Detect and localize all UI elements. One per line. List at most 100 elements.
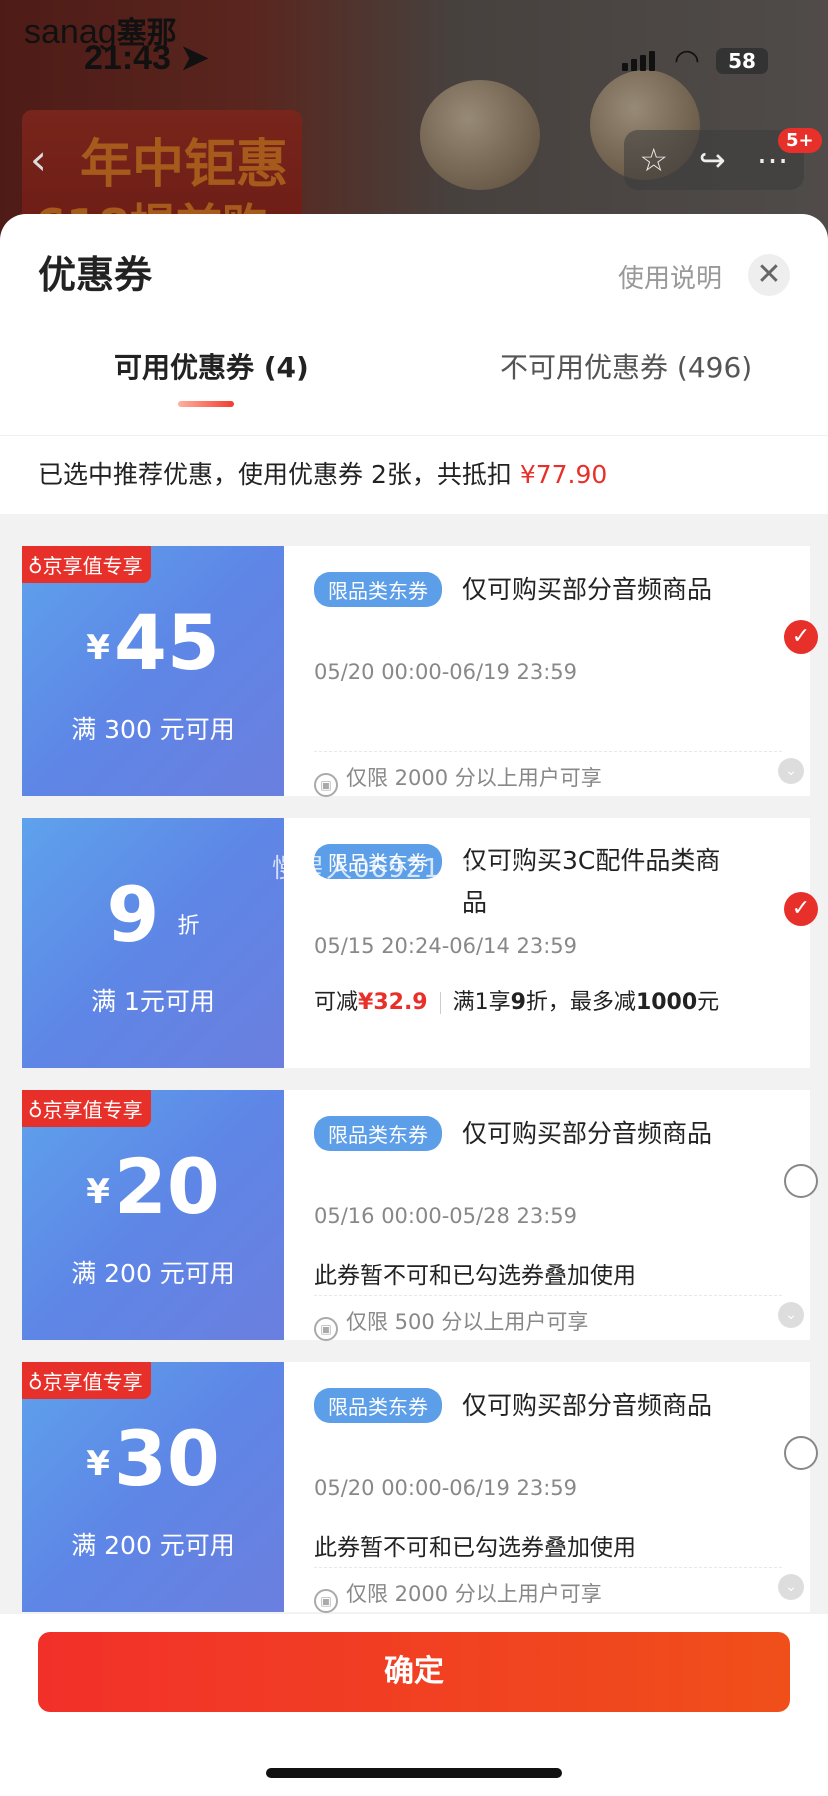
coupon-restriction: ▣ 仅限 2000 分以上用户可享 <box>314 751 782 797</box>
chevron-down-icon[interactable]: ⌄ <box>778 758 804 784</box>
active-tab-indicator <box>178 401 234 407</box>
close-icon[interactable]: ✕ <box>748 254 790 296</box>
stacking-note: 此券暂不可和已勾选券叠加使用 <box>314 1535 636 1561</box>
vip-badge: ♁京享值专享 <box>22 546 151 583</box>
coupon-condition: 满 200 元可用 <box>71 1531 235 1560</box>
coupon-value: 9 <box>106 870 160 959</box>
badge-text: 京享值专享 <box>42 1370 143 1394</box>
time-text: 21:43 <box>84 39 171 77</box>
currency-symbol: ¥ <box>86 1444 110 1484</box>
cellular-signal-icon <box>621 51 658 71</box>
lock-icon: ▣ <box>314 1317 338 1341</box>
share-icon[interactable]: ↪ <box>699 141 726 179</box>
savings-prefix: 可减 <box>314 990 359 1015</box>
rule-discount: 9 <box>510 990 526 1015</box>
selected-check-icon[interactable]: ✓ <box>784 620 818 654</box>
divider <box>439 992 441 1014</box>
badge-icon: ♁ <box>28 1370 43 1394</box>
coupon-restriction: ▣ 仅限 500 分以上用户可享 <box>314 1295 782 1341</box>
coupon-amount: ¥20 <box>22 1142 284 1231</box>
coupon-details: 限品类东券 仅可购买部分音频商品 05/16 00:00-05/28 23:59… <box>284 1090 818 1341</box>
coupon-validity: 05/20 00:00-06/19 23:59 <box>314 1476 578 1500</box>
badge-icon: ♁ <box>28 554 43 578</box>
badge-text: 京享值专享 <box>42 554 143 578</box>
coupon-card[interactable]: ♁京享值专享 ¥45 满 300 元可用 限品类东券 仅可购买部分音频商品 05… <box>16 546 818 797</box>
chevron-down-icon[interactable]: ⌄ <box>778 1574 804 1600</box>
restriction-text: 仅限 500 分以上用户可享 <box>346 1310 589 1334</box>
status-time: 21:43 ➤ <box>84 38 209 78</box>
top-actions: ☆ ↪ ⋯ <box>624 130 804 190</box>
notification-badge: 5+ <box>778 128 822 153</box>
coupon-amount: ¥30 <box>22 1414 284 1503</box>
tab-unavailable[interactable]: 不可用优惠券 (496) <box>500 346 752 386</box>
coupon-value: 20 <box>113 1142 220 1231</box>
coupon-validity: 05/15 20:24-06/14 23:59 <box>314 934 578 958</box>
status-icons: ◠ 58 <box>621 43 768 78</box>
coupon-value-panel: ♁京享值专享 ¥20 满 200 元可用 <box>16 1090 284 1340</box>
lock-icon: ▣ <box>314 1589 338 1613</box>
restriction-text: 仅限 2000 分以上用户可享 <box>346 766 602 790</box>
coupon-value-panel: ♁京享值专享 ¥30 满 200 元可用 <box>16 1362 284 1612</box>
discount-unit: 折 <box>177 914 200 939</box>
bottom-bar: 确定 <box>0 1614 828 1796</box>
coupon-title: 仅可购买部分音频商品 <box>462 575 713 604</box>
summary-text: 已选中推荐优惠，使用优惠券 2张，共抵扣 <box>38 460 520 489</box>
battery-icon: 58 <box>716 48 768 74</box>
watermark: 慢星人0692135411 <box>272 854 529 884</box>
restriction-text: 仅限 2000 分以上用户可享 <box>346 1582 602 1606</box>
star-icon[interactable]: ☆ <box>639 141 668 179</box>
coupon-card[interactable]: ♁京享值专享 ¥30 满 200 元可用 限品类东券 仅可购买部分音频商品 05… <box>16 1362 818 1613</box>
coupon-type-tag: 限品类东券 <box>314 1116 442 1151</box>
rule-text: 元 <box>697 990 720 1015</box>
coupon-sheet: 优惠券 使用说明 ✕ 可用优惠券 (4) 不可用优惠券 (496) 已选中推荐优… <box>0 214 828 1796</box>
tab-available[interactable]: 可用优惠券 (4) <box>114 346 309 386</box>
wifi-icon: ◠ <box>673 43 700 78</box>
coupon-amount: 9折 <box>22 870 284 959</box>
confirm-button[interactable]: 确定 <box>38 1632 790 1712</box>
selection-summary: 已选中推荐优惠，使用优惠券 2张，共抵扣 ¥77.90 <box>0 436 828 514</box>
home-indicator <box>266 1768 562 1778</box>
summary-amount: ¥77.90 <box>519 460 608 489</box>
coupon-value: 45 <box>113 598 220 687</box>
coupon-value-panel: ♁京享值专享 ¥45 满 300 元可用 <box>16 546 284 796</box>
coupon-amount: ¥45 <box>22 598 284 687</box>
coupon-savings: 可减¥32.9 满1享9折，最多减1000元 <box>314 984 719 1016</box>
coupon-condition: 满 200 元可用 <box>71 1259 235 1288</box>
lock-icon: ▣ <box>314 773 338 797</box>
badge-text: 京享值专享 <box>42 1098 143 1122</box>
coupon-validity: 05/20 00:00-06/19 23:59 <box>314 660 578 684</box>
coupon-tabs: 可用优惠券 (4) 不可用优惠券 (496) <box>0 324 828 436</box>
badge-icon: ♁ <box>28 1098 43 1122</box>
coupon-condition: 满 300 元可用 <box>71 715 235 744</box>
vip-badge: ♁京享值专享 <box>22 1090 151 1127</box>
location-arrow-icon: ➤ <box>180 39 209 77</box>
selected-check-icon[interactable]: ✓ <box>784 892 818 926</box>
coupon-value: 30 <box>113 1414 220 1503</box>
coupon-condition: 满 1元可用 <box>91 987 215 1016</box>
sheet-title: 优惠券 <box>38 253 153 297</box>
coupon-details: 限品类东券 仅可购买部分音频商品 05/20 00:00-06/19 23:59… <box>284 546 818 797</box>
unselected-radio[interactable] <box>784 1436 818 1470</box>
back-icon[interactable]: ‹ <box>30 135 47 184</box>
chevron-down-icon[interactable]: ⌄ <box>778 1302 804 1328</box>
rule-text: 满1享 <box>452 990 511 1015</box>
coupon-title: 仅可购买部分音频商品 <box>462 1391 713 1420</box>
coupon-restriction: ▣ 仅限 2000 分以上用户可享 <box>314 1567 782 1613</box>
coupon-list: ♁京享值专享 ¥45 满 300 元可用 限品类东券 仅可购买部分音频商品 05… <box>0 514 828 1614</box>
rule-text: 折，最多减 <box>525 990 636 1015</box>
coupon-details: 限品类东券 仅可购买部分音频商品 05/20 00:00-06/19 23:59… <box>284 1362 818 1613</box>
coupon-type-tag: 限品类东券 <box>314 572 442 607</box>
currency-symbol: ¥ <box>86 1172 110 1212</box>
unselected-radio[interactable] <box>784 1164 818 1198</box>
coupon-type-tag: 限品类东券 <box>314 1388 442 1423</box>
rule-max: 1000 <box>635 990 698 1015</box>
savings-amount: ¥32.9 <box>358 990 428 1015</box>
vip-badge: ♁京享值专享 <box>22 1362 151 1399</box>
currency-symbol: ¥ <box>86 628 110 668</box>
coupon-value-panel: 9折 满 1元可用 <box>16 818 284 1068</box>
coupon-card[interactable]: ♁京享值专享 ¥20 满 200 元可用 限品类东券 仅可购买部分音频商品 05… <box>16 1090 818 1341</box>
coupon-title: 仅可购买部分音频商品 <box>462 1119 713 1148</box>
usage-instructions-link[interactable]: 使用说明 <box>618 258 722 295</box>
stacking-note: 此券暂不可和已勾选券叠加使用 <box>314 1263 636 1289</box>
coupon-validity: 05/16 00:00-05/28 23:59 <box>314 1204 578 1228</box>
